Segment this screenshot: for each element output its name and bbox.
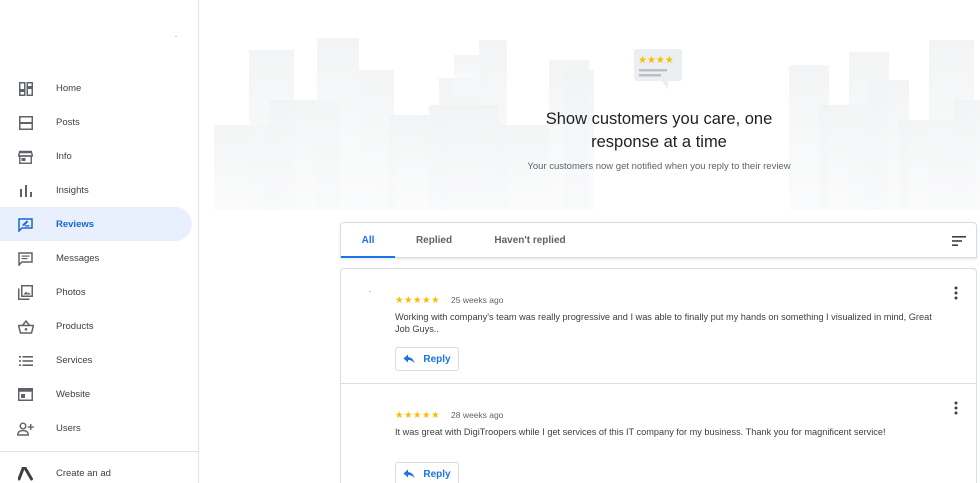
hero-subtitle: Your customers now get notified when you…	[527, 161, 791, 172]
sidebar-item-posts[interactable]: Posts	[0, 105, 192, 139]
web-icon	[17, 386, 34, 403]
tab-havent-replied[interactable]: Haven't replied	[481, 223, 579, 258]
reply-label: Reply	[423, 468, 451, 480]
tab-label: All	[361, 235, 375, 246]
sidebar-item-website[interactable]: Website	[0, 377, 192, 411]
star-rating: ★★★★★	[395, 295, 441, 306]
more-vert-icon[interactable]	[954, 286, 958, 300]
add-user-icon	[17, 420, 34, 437]
sidebar-item-label: Users	[56, 422, 81, 434]
review-card: ★★★★★ 25 weeks ago Working with company'…	[340, 268, 977, 384]
sidebar-item-label: Info	[56, 150, 72, 162]
review-filter-tabs: All Replied Haven't replied	[340, 222, 977, 258]
avatar	[369, 291, 371, 292]
reply-icon	[403, 354, 415, 364]
star-rating: ★★★★★	[395, 410, 441, 421]
sidebar-item-services[interactable]: Services	[0, 343, 192, 377]
city-skyline-illustration	[214, 38, 980, 210]
reply-button[interactable]: Reply	[395, 462, 459, 483]
sidebar-item-label: Products	[56, 320, 94, 332]
hero-title: Show customers you care, one response at…	[499, 108, 819, 154]
list-icon	[17, 352, 34, 369]
dashboard-icon	[17, 80, 34, 97]
sidebar-item-label: Home	[56, 82, 82, 94]
sidebar-item-label: Messages	[56, 252, 100, 264]
google-ads-icon	[17, 465, 34, 482]
reply-label: Reply	[423, 353, 451, 365]
sidebar-item-label: Services	[56, 354, 93, 366]
sidebar-item-create-ad[interactable]: Create an ad	[0, 456, 192, 483]
reviews-hero: ★★★★ Show customers you care, one respon…	[199, 0, 980, 210]
hero-title-line-1: Show customers you care, one	[545, 110, 773, 128]
more-vert-icon[interactable]	[954, 401, 958, 415]
svg-text:★★★★: ★★★★	[638, 55, 674, 66]
review-card: ★★★★★ 28 weeks ago It was great with Dig…	[340, 383, 977, 483]
sidebar-item-label: Reviews	[56, 218, 95, 230]
rating-card-icon: ★★★★	[634, 49, 682, 90]
storefront-icon	[17, 148, 34, 165]
sidebar-item-info[interactable]: Info	[0, 139, 192, 173]
sidebar-item-label: Create an ad	[56, 467, 111, 479]
basket-icon	[17, 318, 34, 335]
posts-icon	[17, 114, 34, 131]
tab-label: Haven't replied	[494, 235, 566, 246]
tab-replied[interactable]: Replied	[401, 223, 467, 258]
sidebar-item-label: Website	[56, 388, 91, 400]
reviews-icon	[17, 216, 34, 233]
tab-active-indicator	[341, 256, 395, 258]
sidebar-item-photos[interactable]: Photos	[0, 275, 192, 309]
sort-icon[interactable]	[952, 235, 966, 247]
review-text: It was great with DigiTroopers while I g…	[395, 427, 886, 437]
sidebar-item-label: Posts	[56, 116, 80, 128]
sidebar-item-label: Insights	[56, 184, 89, 196]
sidebar-header	[0, 0, 198, 70]
sidebar-item-insights[interactable]: Insights	[0, 173, 192, 207]
reply-button[interactable]: Reply	[395, 347, 459, 371]
sidebar-item-label: Photos	[56, 286, 86, 298]
tab-label: Replied	[415, 235, 453, 246]
review-time: 25 weeks ago	[451, 295, 504, 305]
message-icon	[17, 250, 34, 267]
sidebar-item-reviews[interactable]: Reviews	[0, 207, 192, 241]
sidebar-divider	[0, 451, 199, 452]
tab-all[interactable]: All	[341, 223, 395, 258]
sidebar-item-home[interactable]: Home	[0, 71, 192, 105]
review-time: 28 weeks ago	[451, 410, 504, 420]
sidebar-item-messages[interactable]: Messages	[0, 241, 192, 275]
reply-icon	[403, 469, 415, 479]
sidebar: Home Posts Info Insights Reviews Message…	[0, 0, 199, 483]
review-text: Working with company's team was really p…	[395, 312, 932, 334]
bar-chart-icon	[17, 182, 34, 199]
photo-icon	[17, 284, 34, 301]
sidebar-item-users[interactable]: Users	[0, 411, 192, 445]
sidebar-item-products[interactable]: Products	[0, 309, 192, 343]
hero-title-line-2: response at a time	[591, 133, 727, 151]
